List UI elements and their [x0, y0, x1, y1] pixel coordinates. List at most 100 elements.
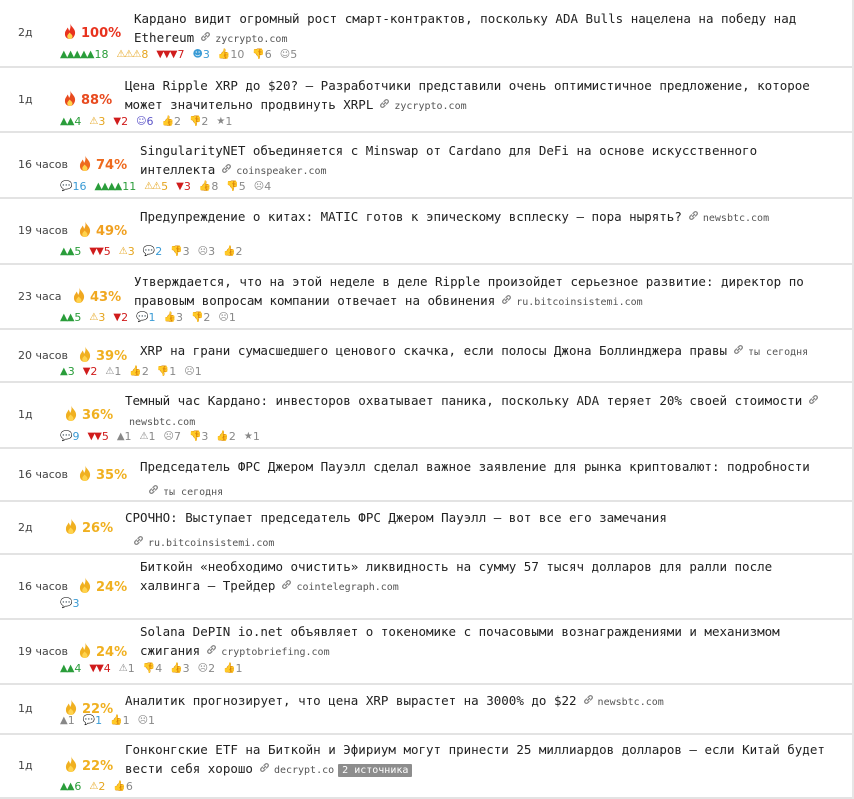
news-item[interactable]: 1д 88% Цена Ripple XRP до $20? — Разработч… — [0, 68, 852, 133]
news-domain[interactable]: cointelegraph.com — [296, 582, 398, 593]
news-title-link[interactable]: Аналитик прогнозирует, что цена XRP выра… — [125, 693, 577, 708]
reaction-votes[interactable]: 👍 8 — [199, 180, 218, 193]
comments[interactable]: 💬 16 — [60, 180, 86, 193]
reaction-votes[interactable]: ⚠ 1 — [105, 365, 121, 378]
comments[interactable]: 💬 2 — [143, 245, 162, 258]
bearish-votes[interactable]: ▼▼ 5 — [89, 245, 110, 258]
important-votes[interactable]: ⚠ 3 — [89, 311, 105, 324]
link-icon[interactable] — [200, 29, 211, 48]
reaction-votes[interactable]: 👎 2 — [189, 115, 208, 128]
news-item[interactable]: 1д 22% Гонконгские ETF на Биткойн и Эфириу… — [0, 735, 852, 799]
important-votes[interactable]: ⚠ 3 — [119, 245, 135, 258]
link-icon[interactable] — [733, 342, 744, 361]
reaction-votes[interactable]: ▲ 1 — [60, 714, 75, 727]
news-title-link[interactable]: Биткойн «необходимо очистить» ликвидност… — [140, 559, 772, 593]
bearish-votes[interactable]: ▼ 2 — [113, 115, 128, 128]
bullish-votes[interactable]: ▲▲ 4 — [60, 662, 81, 675]
reaction-votes[interactable]: ⚠ 1 — [119, 662, 135, 675]
news-title-link[interactable]: Утверждается, что на этой неделе в деле … — [134, 274, 804, 308]
reaction-votes[interactable]: ☺ 5 — [280, 48, 297, 61]
link-icon[interactable] — [221, 161, 232, 180]
news-item[interactable]: 19 часов 49% Предупреждение о китах: MATIC… — [0, 199, 852, 265]
bullish-votes[interactable]: ▲▲ 6 — [60, 780, 81, 793]
bearish-votes[interactable]: ▼▼ 4 — [89, 662, 110, 675]
news-domain[interactable]: newsbtc.com — [703, 213, 769, 224]
news-item[interactable]: 19 часов 24% Solana DePIN io.net объявляет… — [0, 620, 852, 685]
link-icon[interactable] — [808, 392, 819, 411]
bearish-votes[interactable]: ▼ 2 — [83, 365, 98, 378]
news-domain[interactable]: ты сегодня — [748, 347, 808, 358]
comments[interactable]: 💬 3 — [60, 597, 79, 610]
reaction-votes[interactable]: 👍 2 — [129, 365, 148, 378]
link-icon[interactable] — [688, 208, 699, 227]
news-item[interactable]: 16 часов 24% Биткойн «необходимо очистить»… — [0, 555, 852, 620]
news-domain[interactable]: newsbtc.com — [129, 417, 195, 428]
bullish-votes[interactable]: ▲▲ 5 — [60, 245, 81, 258]
bearish-votes[interactable]: ▼ 2 — [113, 311, 128, 324]
bullish-votes[interactable]: ▲ 3 — [60, 365, 75, 378]
reaction-votes[interactable]: 👍 6 — [113, 780, 132, 793]
reaction-votes[interactable]: 👎 6 — [252, 48, 271, 61]
important-votes[interactable]: ⚠⚠⚠ 8 — [116, 48, 148, 61]
reaction-votes[interactable]: 👍 2 — [216, 430, 235, 443]
reaction-votes[interactable]: 👍 2 — [223, 245, 242, 258]
news-domain[interactable]: ты сегодня — [163, 487, 223, 498]
link-icon[interactable] — [583, 692, 594, 711]
news-domain[interactable]: coinspeaker.com — [236, 166, 326, 177]
link-icon[interactable] — [281, 577, 292, 596]
link-icon[interactable] — [379, 96, 390, 115]
sources-badge[interactable]: 2 источника — [338, 764, 413, 777]
reaction-votes[interactable]: 👎 2 — [191, 311, 210, 324]
news-domain[interactable]: zycrypto.com — [394, 101, 466, 112]
link-icon[interactable] — [148, 484, 159, 498]
news-item[interactable]: 2д 100% Кардано видит огромный рост смарт-… — [0, 0, 852, 68]
link-icon[interactable] — [206, 642, 217, 661]
news-title-link[interactable]: SingularityNET объединяется с Minswap от… — [140, 143, 757, 177]
bearish-votes[interactable]: ▼▼ 5 — [87, 430, 108, 443]
news-title-link[interactable]: Гонконгские ETF на Биткойн и Эфириум мог… — [125, 742, 825, 776]
reaction-votes[interactable]: ☹ 1 — [184, 365, 201, 378]
reaction-votes[interactable]: ★ 1 — [244, 430, 260, 443]
reaction-votes[interactable]: ☹ 2 — [198, 662, 215, 675]
news-title-link[interactable]: Темный час Кардано: инвесторов охватывае… — [125, 393, 802, 408]
news-item[interactable]: 1д 36% Темный час Кардано: инвесторов охва… — [0, 383, 852, 449]
news-domain[interactable]: decrypt.co — [274, 765, 334, 776]
news-item[interactable]: 1д 22% Аналитик прогнозирует, что цена XRP… — [0, 685, 852, 735]
bullish-votes[interactable]: ▲▲▲▲▲ 18 — [60, 48, 108, 61]
important-votes[interactable]: ⚠ 2 — [89, 780, 105, 793]
news-domain[interactable]: newsbtc.com — [598, 697, 664, 708]
reaction-votes[interactable]: 👍 10 — [218, 48, 244, 61]
news-item[interactable]: 23 часа 43% Утверждается, что на этой неде… — [0, 265, 852, 330]
comments[interactable]: 💬 1 — [136, 311, 155, 324]
news-item[interactable]: 16 часов 35% Председатель ФРС Джером Пауэл… — [0, 449, 852, 502]
news-domain[interactable]: ru.bitcoinsistemi.com — [516, 297, 642, 308]
reaction-votes[interactable]: ☹ 7 — [164, 430, 181, 443]
reaction-votes[interactable]: 👍 1 — [223, 662, 242, 675]
comments[interactable]: ☻ 3 — [192, 48, 209, 61]
reaction-votes[interactable]: 👍 1 — [110, 714, 129, 727]
bearish-votes[interactable]: ▼ 3 — [176, 180, 191, 193]
important-votes[interactable]: ⚠ 3 — [89, 115, 105, 128]
reaction-votes[interactable]: ☹ 3 — [198, 245, 215, 258]
reaction-votes[interactable]: ★ 1 — [216, 115, 232, 128]
comments[interactable]: 💬 9 — [60, 430, 79, 443]
comments[interactable]: 💬 1 — [83, 714, 102, 727]
link-icon[interactable] — [501, 292, 512, 311]
reaction-votes[interactable]: 👍 3 — [164, 311, 183, 324]
reaction-votes[interactable]: 👎 3 — [189, 430, 208, 443]
bullish-votes[interactable]: ▲▲ 4 — [60, 115, 81, 128]
news-item[interactable]: 16 часов 74% SingularityNET объединяется с… — [0, 133, 852, 199]
news-title-link[interactable]: Председатель ФРС Джером Пауэлл сделал ва… — [140, 459, 810, 474]
reaction-votes[interactable]: 👍 3 — [170, 662, 189, 675]
news-item[interactable]: 20 часов 39% XRP на грани сумасшедшего цен… — [0, 330, 852, 383]
lol-votes[interactable]: ☺ 6 — [136, 115, 153, 128]
link-icon[interactable] — [133, 535, 144, 549]
news-domain[interactable]: cryptobriefing.com — [221, 647, 329, 658]
reaction-votes[interactable]: ☹ 1 — [138, 714, 155, 727]
link-icon[interactable] — [259, 760, 270, 779]
news-domain[interactable]: zycrypto.com — [215, 34, 287, 45]
reaction-votes[interactable]: ▲ 1 — [117, 430, 132, 443]
news-title-link[interactable]: XRP на грани сумасшедшего ценового скачк… — [140, 343, 727, 358]
news-title-link[interactable]: СРОЧНО: Выступает председатель ФРС Джеро… — [125, 510, 667, 525]
reaction-votes[interactable]: 👎 5 — [226, 180, 245, 193]
